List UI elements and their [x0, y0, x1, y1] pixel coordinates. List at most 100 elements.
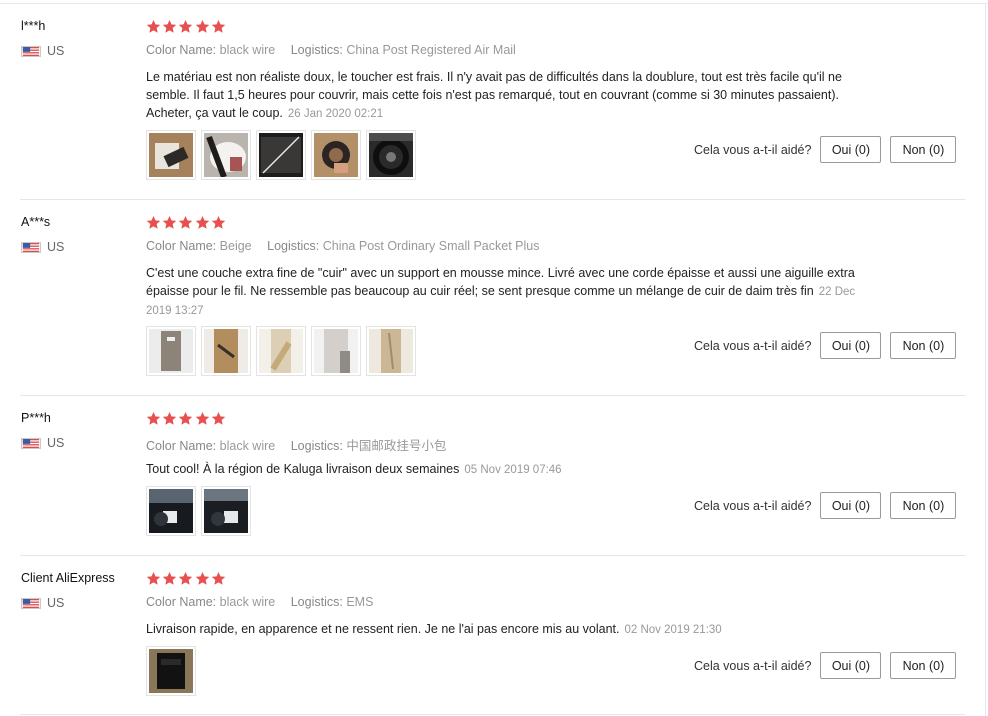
- review-photo-thumbnail[interactable]: [311, 326, 361, 376]
- logistics-label: Logistics:: [267, 239, 320, 253]
- logistics-label: Logistics:: [290, 43, 343, 57]
- review-meta: Color Name: black wire Logistics: China …: [146, 43, 516, 57]
- review-divider: [20, 555, 965, 556]
- review-text: C'est une couche extra fine de "cuir" av…: [146, 266, 855, 298]
- helpful-vote: Cela vous a-t-il aidé? Oui (0) Non (0): [694, 332, 957, 359]
- review-photos: [146, 130, 421, 180]
- reviewer-name: A***s: [21, 215, 51, 229]
- review-text-block: C'est une couche extra fine de "cuir" av…: [146, 264, 871, 320]
- star-icon: [162, 19, 177, 33]
- review-photo-thumbnail[interactable]: [146, 326, 196, 376]
- helpful-vote: Cela vous a-t-il aidé? Oui (0) Non (0): [694, 652, 957, 679]
- review-photo-thumbnail[interactable]: [201, 130, 251, 180]
- review-meta: Color Name: Beige Logistics: China Post …: [146, 239, 539, 253]
- reviewer-country: US: [21, 596, 64, 610]
- review-photos: [146, 326, 421, 376]
- review-text-block: Livraison rapide, en apparence et ne res…: [146, 620, 871, 639]
- review-photos: [146, 486, 256, 536]
- reviewer-name: Client AliExpress: [21, 571, 115, 585]
- color-name-value: black wire: [219, 43, 276, 57]
- country-code: US: [47, 436, 65, 450]
- logistics-label: Logistics:: [290, 439, 343, 453]
- us-flag-icon: [21, 597, 41, 609]
- helpful-no-button[interactable]: Non (0): [890, 492, 957, 519]
- star-icon: [211, 571, 225, 585]
- page-right-border: [985, 3, 986, 716]
- star-icon: [195, 411, 209, 425]
- review-meta: Color Name: black wire Logistics: 中国邮政挂号…: [146, 435, 446, 454]
- reviewer-country: US: [21, 436, 64, 450]
- star-icon: [146, 19, 161, 33]
- star-icon: [179, 411, 193, 425]
- review-divider: [20, 714, 965, 715]
- review-photo-thumbnail[interactable]: [366, 130, 416, 180]
- star-icon: [179, 571, 193, 585]
- review-date: 02 Nov 2019 21:30: [624, 624, 722, 636]
- helpful-no-button[interactable]: Non (0): [890, 652, 957, 679]
- rating-stars: [146, 19, 227, 34]
- logistics-value: EMS: [346, 595, 374, 609]
- review-item: l***h US Color Name: black wire Logistic…: [0, 19, 965, 199]
- star-icon: [195, 215, 209, 229]
- review-photo-thumbnail[interactable]: [146, 486, 196, 536]
- review-divider: [20, 199, 965, 200]
- us-flag-icon: [21, 241, 41, 253]
- star-icon: [195, 19, 209, 33]
- logistics-value: China Post Ordinary Small Packet Plus: [322, 239, 540, 253]
- review-photo-thumbnail[interactable]: [146, 130, 196, 180]
- country-code: US: [47, 240, 65, 254]
- review-photo-thumbnail[interactable]: [311, 130, 361, 180]
- color-name-label: Color Name:: [146, 239, 217, 253]
- helpful-question: Cela vous a-t-il aidé?: [694, 658, 812, 673]
- us-flag-icon: [21, 437, 41, 449]
- color-name-value: Beige: [219, 239, 252, 253]
- review-divider: [20, 395, 965, 396]
- helpful-question: Cela vous a-t-il aidé?: [694, 498, 812, 513]
- star-icon: [211, 19, 225, 33]
- star-icon: [211, 215, 225, 229]
- review-item: P***h US Color Name: black wire Logistic…: [0, 411, 965, 555]
- color-name-label: Color Name:: [146, 439, 217, 453]
- helpful-yes-button[interactable]: Oui (0): [820, 136, 882, 163]
- helpful-vote: Cela vous a-t-il aidé? Oui (0) Non (0): [694, 136, 957, 163]
- star-icon: [162, 411, 177, 425]
- review-photo-thumbnail[interactable]: [146, 646, 196, 696]
- star-icon: [146, 571, 161, 585]
- review-meta: Color Name: black wire Logistics: EMS: [146, 595, 373, 609]
- country-code: US: [47, 596, 65, 610]
- helpful-yes-button[interactable]: Oui (0): [820, 492, 882, 519]
- review-photo-thumbnail[interactable]: [256, 326, 306, 376]
- color-name-value: black wire: [219, 439, 276, 453]
- rating-stars: [146, 571, 227, 586]
- star-icon: [146, 411, 161, 425]
- helpful-yes-button[interactable]: Oui (0): [820, 652, 882, 679]
- reviewer-country: US: [21, 44, 64, 58]
- rating-stars: [146, 411, 227, 426]
- star-icon: [162, 571, 177, 585]
- review-item: Client AliExpress US Color Name: black w…: [0, 571, 965, 715]
- logistics-value: China Post Registered Air Mail: [346, 43, 516, 57]
- review-photo-thumbnail[interactable]: [366, 326, 416, 376]
- rating-stars: [146, 215, 227, 230]
- helpful-question: Cela vous a-t-il aidé?: [694, 142, 812, 157]
- country-code: US: [47, 44, 65, 58]
- review-photo-thumbnail[interactable]: [256, 130, 306, 180]
- color-name-label: Color Name:: [146, 43, 217, 57]
- helpful-no-button[interactable]: Non (0): [890, 332, 957, 359]
- review-photos: [146, 646, 201, 696]
- helpful-yes-button[interactable]: Oui (0): [820, 332, 882, 359]
- color-name-value: black wire: [219, 595, 276, 609]
- review-text: Tout cool! À la région de Kaluga livrais…: [146, 462, 460, 476]
- review-photo-thumbnail[interactable]: [201, 486, 251, 536]
- page-top-border: [0, 3, 988, 4]
- helpful-vote: Cela vous a-t-il aidé? Oui (0) Non (0): [694, 492, 957, 519]
- reviewer-name: l***h: [21, 19, 46, 33]
- review-text: Le matériau est non réaliste doux, le to…: [146, 70, 842, 120]
- reviewer-country: US: [21, 240, 64, 254]
- review-text-block: Tout cool! À la région de Kaluga livrais…: [146, 460, 871, 479]
- review-photo-thumbnail[interactable]: [201, 326, 251, 376]
- review-item: A***s US Color Name: Beige Logistics: Ch…: [0, 215, 965, 395]
- logistics-label: Logistics:: [290, 595, 343, 609]
- helpful-no-button[interactable]: Non (0): [890, 136, 957, 163]
- star-icon: [162, 215, 177, 229]
